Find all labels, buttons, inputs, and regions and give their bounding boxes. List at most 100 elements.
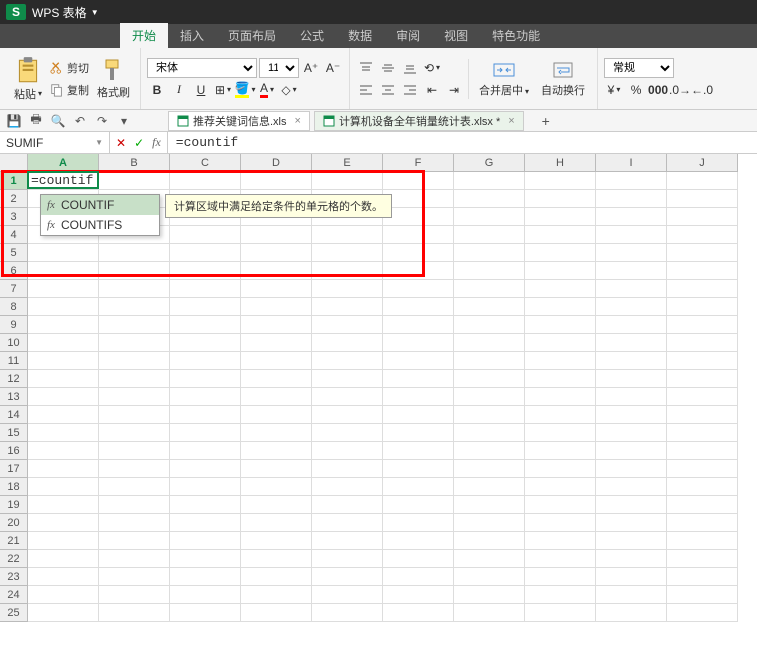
cell[interactable]: [312, 478, 383, 496]
cell[interactable]: [596, 604, 667, 622]
cell[interactable]: [454, 172, 525, 190]
cell[interactable]: [383, 388, 454, 406]
cell[interactable]: [312, 532, 383, 550]
cell[interactable]: [170, 460, 241, 478]
cell[interactable]: [28, 316, 99, 334]
cell[interactable]: [383, 550, 454, 568]
cell[interactable]: [596, 352, 667, 370]
cell[interactable]: [525, 424, 596, 442]
cell[interactable]: [312, 424, 383, 442]
cell[interactable]: [454, 424, 525, 442]
row-header-11[interactable]: 11: [0, 352, 28, 370]
cell[interactable]: [596, 586, 667, 604]
cell[interactable]: [383, 424, 454, 442]
cell[interactable]: [241, 280, 312, 298]
qat-dropdown[interactable]: ▾: [116, 113, 132, 129]
cell[interactable]: [28, 550, 99, 568]
row-header-20[interactable]: 20: [0, 514, 28, 532]
cell[interactable]: [99, 568, 170, 586]
cell[interactable]: [99, 424, 170, 442]
cell[interactable]: [312, 568, 383, 586]
col-header-E[interactable]: E: [312, 154, 383, 172]
cell[interactable]: [383, 172, 454, 190]
row-header-15[interactable]: 15: [0, 424, 28, 442]
row-header-7[interactable]: 7: [0, 280, 28, 298]
cell[interactable]: [383, 244, 454, 262]
cell[interactable]: [596, 172, 667, 190]
font-name-select[interactable]: 宋体: [147, 58, 257, 78]
autocomplete-item-1[interactable]: fxCOUNTIFS: [41, 215, 159, 235]
cell[interactable]: [525, 280, 596, 298]
row-header-23[interactable]: 23: [0, 568, 28, 586]
cell[interactable]: [525, 226, 596, 244]
cell[interactable]: [99, 388, 170, 406]
cell[interactable]: [525, 352, 596, 370]
cell[interactable]: [241, 226, 312, 244]
number-format-select[interactable]: 常规: [604, 58, 674, 78]
decrease-font-button[interactable]: A⁻: [323, 58, 343, 78]
cell[interactable]: [28, 352, 99, 370]
cell[interactable]: [99, 496, 170, 514]
cell[interactable]: [596, 190, 667, 208]
cell[interactable]: [383, 316, 454, 334]
redo-button[interactable]: ↷: [94, 113, 110, 129]
row-header-19[interactable]: 19: [0, 496, 28, 514]
print-button[interactable]: 🖶: [28, 113, 44, 129]
cell[interactable]: [596, 316, 667, 334]
cell[interactable]: [312, 334, 383, 352]
cell[interactable]: [312, 280, 383, 298]
cancel-button[interactable]: ✕: [116, 136, 126, 150]
cell[interactable]: [525, 334, 596, 352]
cell[interactable]: [170, 424, 241, 442]
row-header-18[interactable]: 18: [0, 478, 28, 496]
cell[interactable]: [99, 370, 170, 388]
comma-button[interactable]: 000: [648, 80, 668, 100]
decrease-indent-button[interactable]: ⇤: [422, 80, 442, 100]
cell[interactable]: [525, 478, 596, 496]
cell[interactable]: [596, 226, 667, 244]
cell[interactable]: [312, 172, 383, 190]
cell[interactable]: [28, 604, 99, 622]
col-header-F[interactable]: F: [383, 154, 454, 172]
cut-button[interactable]: 剪切: [46, 58, 93, 78]
cell[interactable]: [454, 604, 525, 622]
cell[interactable]: [525, 550, 596, 568]
cell[interactable]: [667, 478, 738, 496]
cell[interactable]: [28, 424, 99, 442]
new-tab-button[interactable]: +: [538, 113, 554, 129]
cell[interactable]: [99, 280, 170, 298]
cell[interactable]: [667, 424, 738, 442]
cell[interactable]: [667, 388, 738, 406]
undo-button[interactable]: ↶: [72, 113, 88, 129]
formula-input[interactable]: =countif: [168, 135, 757, 150]
cell[interactable]: [170, 316, 241, 334]
cell[interactable]: [525, 604, 596, 622]
cell[interactable]: [525, 172, 596, 190]
cell[interactable]: [525, 406, 596, 424]
cell[interactable]: [99, 316, 170, 334]
cell[interactable]: [383, 406, 454, 424]
cell[interactable]: [241, 442, 312, 460]
print-preview-button[interactable]: 🔍: [50, 113, 66, 129]
cell[interactable]: [596, 334, 667, 352]
cell[interactable]: [667, 190, 738, 208]
bold-button[interactable]: B: [147, 80, 167, 100]
row-header-1[interactable]: 1: [0, 172, 28, 190]
menu-tab-4[interactable]: 数据: [336, 23, 384, 48]
cell[interactable]: [596, 244, 667, 262]
cell[interactable]: [525, 586, 596, 604]
increase-decimal-button[interactable]: .0→: [670, 80, 690, 100]
menu-tab-5[interactable]: 审阅: [384, 23, 432, 48]
cell[interactable]: [383, 226, 454, 244]
row-header-4[interactable]: 4: [0, 226, 28, 244]
cell[interactable]: [596, 442, 667, 460]
cell[interactable]: [383, 370, 454, 388]
italic-button[interactable]: I: [169, 80, 189, 100]
cell[interactable]: [596, 388, 667, 406]
cell[interactable]: [525, 514, 596, 532]
cell[interactable]: [383, 352, 454, 370]
cell[interactable]: [454, 550, 525, 568]
cell[interactable]: [312, 388, 383, 406]
cell[interactable]: [596, 568, 667, 586]
cell[interactable]: [383, 478, 454, 496]
